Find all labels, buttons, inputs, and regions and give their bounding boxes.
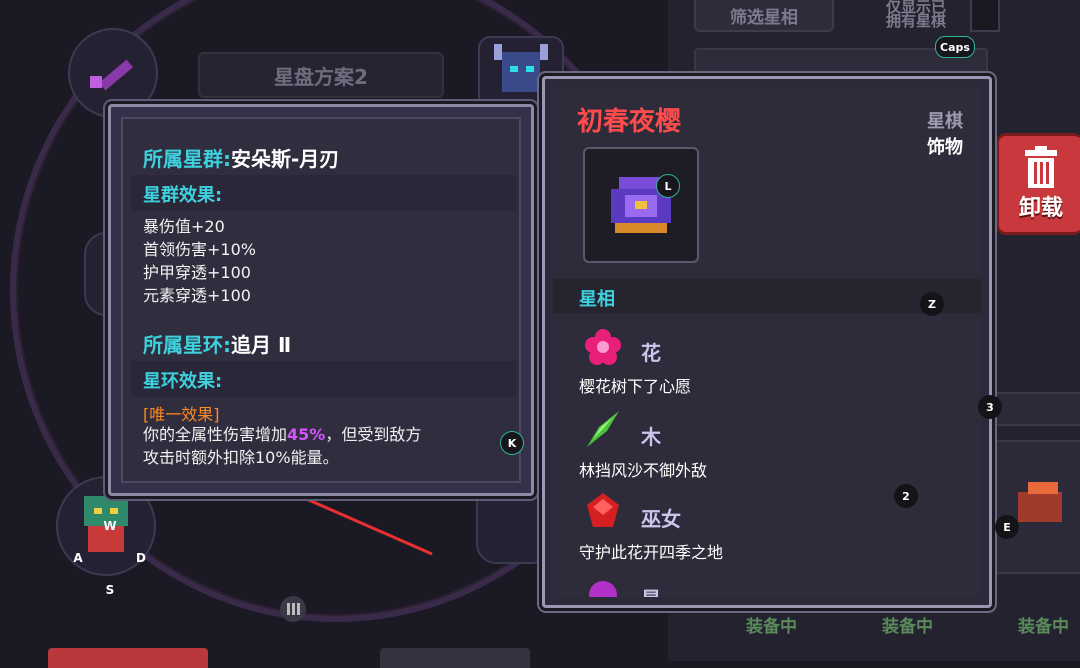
inventory-slot[interactable] [990,440,1080,574]
bottom-tab-left[interactable] [48,648,208,668]
aspects-header: 星相 [579,289,615,310]
red-gem-icon [587,493,619,527]
group-label: 所属星群: [143,147,231,171]
ring-value: 追月 Ⅱ [231,333,292,357]
robe-accessory-icon [611,177,671,233]
plan-title[interactable]: 星盘方案2 [198,52,444,98]
constellation-info-panel: 所属星群:安朵斯-月刃 星群效果: 暴伤值+20 首领伤害+10% 护甲穿透+1… [108,104,534,496]
group-effect-item: 首领伤害+10% [143,240,256,259]
key-hint-z: Z [920,292,944,316]
aspect-name: 花 [641,341,661,365]
group-effect-item: 元素穿透+100 [143,286,251,305]
inventory-slot[interactable] [990,392,1080,426]
key-hint-s: S [105,583,115,597]
equipped-label: 装备中 [1018,617,1069,637]
ring-heading: 所属星环:追月 Ⅱ [143,329,291,358]
aspects-header-bar [553,279,981,313]
aspect-name: 木 [641,425,661,449]
equipped-label: 装备中 [746,617,797,637]
unload-label: 卸载 [1018,196,1063,221]
unique-effect-tag: [唯一效果] [143,405,220,424]
equipped-label: 装备中 [882,617,933,637]
key-hint-2: 2 [894,484,918,508]
aspect-name: 巫女 [641,507,681,531]
filter-aspects-button[interactable]: 筛选星相 [694,0,834,32]
bottom-tab-middle[interactable] [380,648,530,668]
show-owned-checkbox[interactable] [970,0,1000,32]
ring-effect-line2: 攻击时额外扣除10%能量。 [143,448,339,467]
key-hint-caps: Caps [935,36,975,58]
purple-gem-icon [589,581,617,597]
key-hint-w: W [103,519,117,533]
item-detail-body: 初春夜樱 星棋 饰物 星相 花 樱花树下了心愿 木 林挡风沙不御外敌 巫女 守护… [553,87,981,597]
key-hint-k: K [500,431,524,455]
trash-icon [1025,146,1057,188]
key-hint-a: A [73,551,83,565]
ring-effect-text-b: ，但受到敌方 [325,425,422,444]
group-effect-item: 护甲穿透+100 [143,263,251,282]
ring-effect-title: 星环效果: [143,371,223,392]
item-category: 星棋 [927,111,963,132]
item-name: 初春夜樱 [577,107,682,137]
aspect-name: 星 [641,583,661,597]
red-claw-icon [1018,482,1062,522]
group-heading: 所属星群:安朵斯-月刃 [143,143,339,172]
aspect-desc: 林挡风沙不御外敌 [579,461,708,480]
key-hint-3: 3 [978,395,1002,419]
aspect-desc: 樱花树下了心愿 [579,377,692,396]
green-leaf-gem-icon [587,411,619,447]
item-detail-card: 初春夜樱 星棋 饰物 星相 花 樱花树下了心愿 木 林挡风沙不御外敌 巫女 守护… [542,76,992,608]
group-effects-list: 暴伤值+20 首领伤害+10% 护甲穿透+100 元素穿透+100 [143,215,256,307]
aspect-desc: 守护此花开四季之地 [579,543,724,562]
ring-effect-text-a: 你的全属性伤害增加 [143,425,288,444]
ring-label: 所属星环: [143,333,231,357]
pause-icon[interactable] [280,596,306,622]
item-subcategory: 饰物 [927,137,963,158]
key-hint-l: L [656,174,680,198]
item-icon-frame[interactable] [583,147,699,263]
key-hint-e: E [995,515,1019,539]
group-effect-title: 星群效果: [143,185,223,206]
key-hint-d: D [136,551,146,565]
ring-effect-highlight: 45% [287,425,326,444]
group-effect-item: 暴伤值+20 [143,217,225,236]
show-owned-label: 仅显示已 拥有星棋 [885,0,946,30]
pink-flower-gem-icon [585,329,621,365]
unload-button[interactable]: 卸载 [996,133,1080,235]
ring-effect-text: 你的全属性伤害增加45%，但受到敌方 攻击时额外扣除10%能量。 [143,423,421,469]
group-value: 安朵斯-月刃 [231,147,340,171]
